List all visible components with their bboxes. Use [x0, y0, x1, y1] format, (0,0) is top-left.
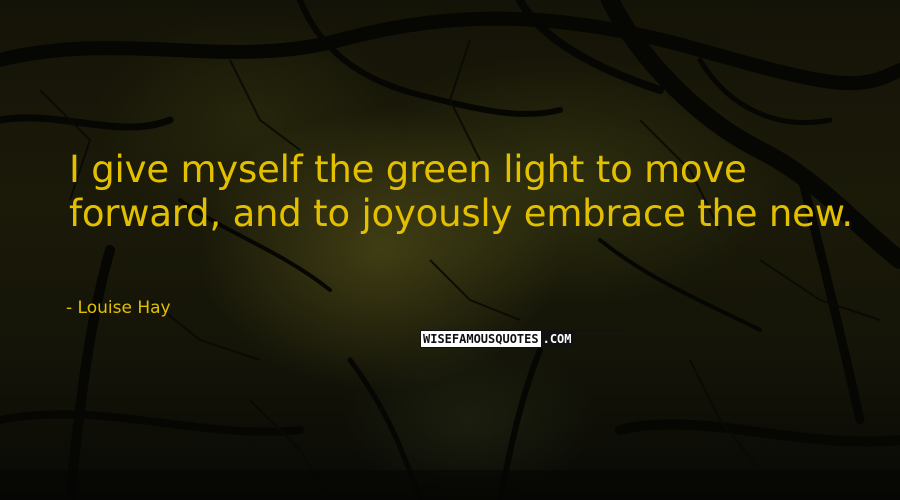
quote-card: I give myself the green light to move fo… [0, 0, 900, 500]
watermark-suffix: .COM [540, 331, 574, 347]
forest-background [0, 0, 900, 500]
quote-text: I give myself the green light to move fo… [69, 148, 853, 235]
watermark-logo: WISEFAMOUSQUOTES .COM [420, 330, 622, 348]
quote-author: - Louise Hay [66, 298, 171, 318]
watermark-brand: WISEFAMOUSQUOTES [421, 331, 541, 347]
